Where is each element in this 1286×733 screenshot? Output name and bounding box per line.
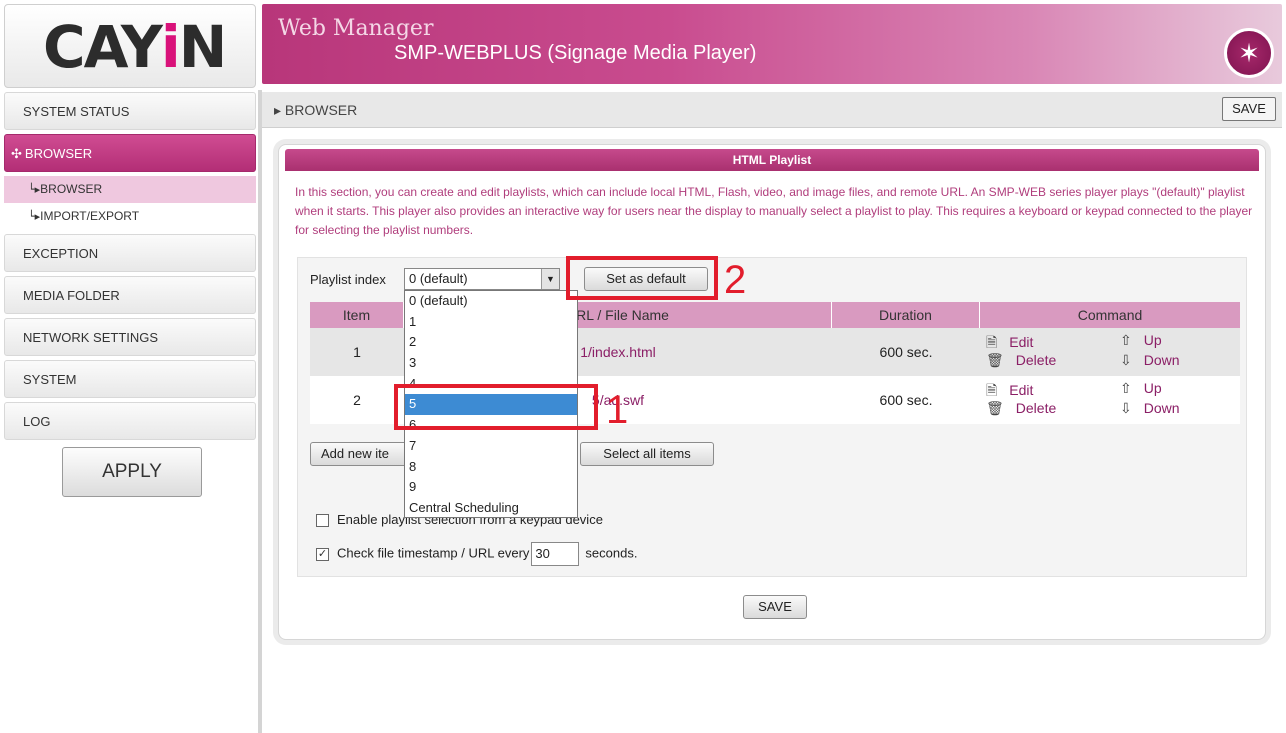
- check-timestamp-checkbox[interactable]: ✓: [316, 547, 329, 561]
- dropdown-option[interactable]: 8: [405, 457, 577, 478]
- dropdown-option[interactable]: 7: [405, 436, 577, 457]
- callout-box-1: [394, 384, 598, 430]
- interval-unit: seconds.: [585, 545, 638, 561]
- cayin-logo: CAYiN: [4, 4, 256, 88]
- dropdown-option[interactable]: 9: [405, 477, 577, 498]
- callout-number-1: 1: [606, 388, 629, 432]
- down-button[interactable]: ⇩ Down: [1120, 400, 1180, 417]
- top-save-button[interactable]: SAVE: [1222, 97, 1276, 121]
- item-number: 1: [353, 344, 361, 360]
- enable-keypad-checkbox[interactable]: [316, 514, 329, 528]
- sidebar: SYSTEM STATUS ✣ BROWSER └▸BROWSER └▸IMPOR…: [4, 92, 256, 733]
- duration: 600 sec.: [879, 344, 933, 360]
- dropdown-option[interactable]: Central Scheduling: [405, 498, 577, 519]
- callout-box-2: [566, 256, 718, 300]
- delete-button[interactable]: 🗑 Delete: [986, 400, 1056, 417]
- sidebar-item-media-folder[interactable]: MEDIA FOLDER: [4, 276, 256, 314]
- sidebar-item-exception[interactable]: EXCEPTION: [4, 234, 256, 272]
- playlist-index-select[interactable]: 0 (default) ▼: [404, 268, 560, 290]
- column-header: Item: [310, 302, 404, 328]
- wand-icon[interactable]: ✶: [1224, 28, 1274, 78]
- document-icon: 🗎: [986, 335, 998, 351]
- dropdown-option[interactable]: 3: [405, 353, 577, 374]
- down-button[interactable]: ⇩ Down: [1120, 352, 1180, 369]
- arrow-up-icon: ⇧: [1120, 333, 1132, 349]
- star-icon: ✣: [11, 146, 22, 161]
- dropdown-option[interactable]: 0 (default): [405, 291, 577, 312]
- up-button[interactable]: ⇧ Up: [1120, 332, 1162, 349]
- save-button[interactable]: SAVE: [743, 595, 807, 619]
- intro-text: In this section, you can create and edit…: [295, 185, 1253, 237]
- delete-button[interactable]: 🗑 Delete: [986, 352, 1056, 369]
- check-timestamp-label: Check file timestamp / URL every: [337, 545, 530, 561]
- command-cell: 🗎 Edit 🗑 Delete ⇧ Up ⇩ Down: [980, 376, 1240, 424]
- header-banner: Web Manager SMP-WEBPLUS (Signage Media P…: [262, 4, 1282, 84]
- model-name: SMP-WEBPLUS (Signage Media Player): [394, 42, 757, 64]
- column-header: Command: [1077, 307, 1143, 323]
- sidebar-item-system-status[interactable]: SYSTEM STATUS: [4, 92, 256, 130]
- apply-button[interactable]: APPLY: [62, 447, 202, 497]
- trash-icon: 🗑: [986, 353, 1004, 369]
- chevron-down-icon[interactable]: ▼: [541, 269, 559, 289]
- breadcrumb-bar: ▸ BROWSER SAVE: [262, 92, 1282, 128]
- breadcrumb: ▸ BROWSER: [274, 102, 358, 118]
- item-number: 2: [353, 392, 361, 408]
- interval-input[interactable]: 30: [531, 542, 580, 566]
- trash-icon: 🗑: [986, 401, 1004, 417]
- duration: 600 sec.: [879, 392, 933, 408]
- subitem-arrow-icon: └▸: [28, 210, 41, 223]
- command-cell: 🗎 Edit 🗑 Delete ⇧ Up ⇩ Down: [980, 328, 1240, 376]
- dropdown-option[interactable]: 2: [405, 332, 577, 353]
- content-divider: [258, 90, 262, 733]
- sidebar-subitem-import-export[interactable]: └▸IMPORT/EXPORT: [4, 203, 256, 230]
- sidebar-item-system[interactable]: SYSTEM: [4, 360, 256, 398]
- dropdown-option[interactable]: 1: [405, 312, 577, 333]
- arrow-up-icon: ⇧: [1120, 381, 1132, 397]
- app-name: Web Manager: [278, 16, 434, 41]
- column-header: Duration: [832, 302, 980, 328]
- playlist-index-label: Playlist index: [310, 272, 386, 287]
- arrow-down-icon: ⇩: [1120, 353, 1132, 369]
- panel-title: HTML Playlist: [285, 149, 1259, 171]
- sidebar-item-network-settings[interactable]: NETWORK SETTINGS: [4, 318, 256, 356]
- sidebar-subitem-browser[interactable]: └▸BROWSER: [4, 176, 256, 203]
- sidebar-item-browser[interactable]: ✣ BROWSER: [4, 134, 256, 172]
- arrow-down-icon: ⇩: [1120, 401, 1132, 417]
- subitem-arrow-icon: └▸: [28, 183, 41, 196]
- check-timestamp-row: ✓ Check file timestamp / URL every 30 secon…: [316, 542, 637, 566]
- select-all-items-button[interactable]: Select all items: [580, 442, 714, 466]
- callout-number-2: 2: [724, 258, 747, 302]
- sidebar-item-log[interactable]: LOG: [4, 402, 256, 440]
- logo-text: CAYiN: [43, 13, 227, 81]
- add-new-item-button[interactable]: Add new ite: [310, 442, 408, 466]
- document-icon: 🗎: [986, 383, 998, 399]
- up-button[interactable]: ⇧ Up: [1120, 380, 1162, 397]
